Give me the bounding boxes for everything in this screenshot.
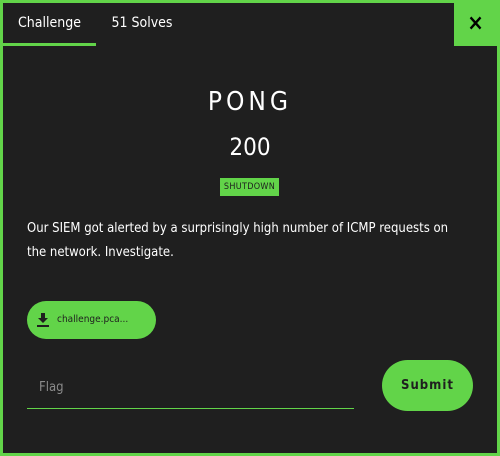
file-download-label: challenge.pca...	[57, 314, 129, 325]
challenge-tag: SHUTDOWN	[220, 178, 279, 196]
tab-solves[interactable]: 51 Solves	[96, 3, 188, 43]
close-button[interactable]: ×	[454, 3, 497, 46]
flag-input[interactable]	[27, 367, 354, 409]
modal-tabs: Challenge 51 Solves	[3, 3, 453, 46]
challenge-title: PONG	[207, 87, 293, 117]
challenge-description: Our SIEM got alerted by a surprisingly h…	[27, 221, 449, 260]
file-download-button[interactable]: challenge.pca...	[27, 301, 156, 339]
tab-challenge[interactable]: Challenge	[3, 3, 96, 46]
challenge-modal: Challenge 51 Solves × PONG 200 SHUTDOWN …	[0, 0, 500, 456]
challenge-points: 200	[229, 133, 271, 161]
download-icon	[37, 313, 49, 327]
close-icon: ×	[467, 11, 484, 36]
submit-button[interactable]: Submit	[382, 360, 473, 411]
